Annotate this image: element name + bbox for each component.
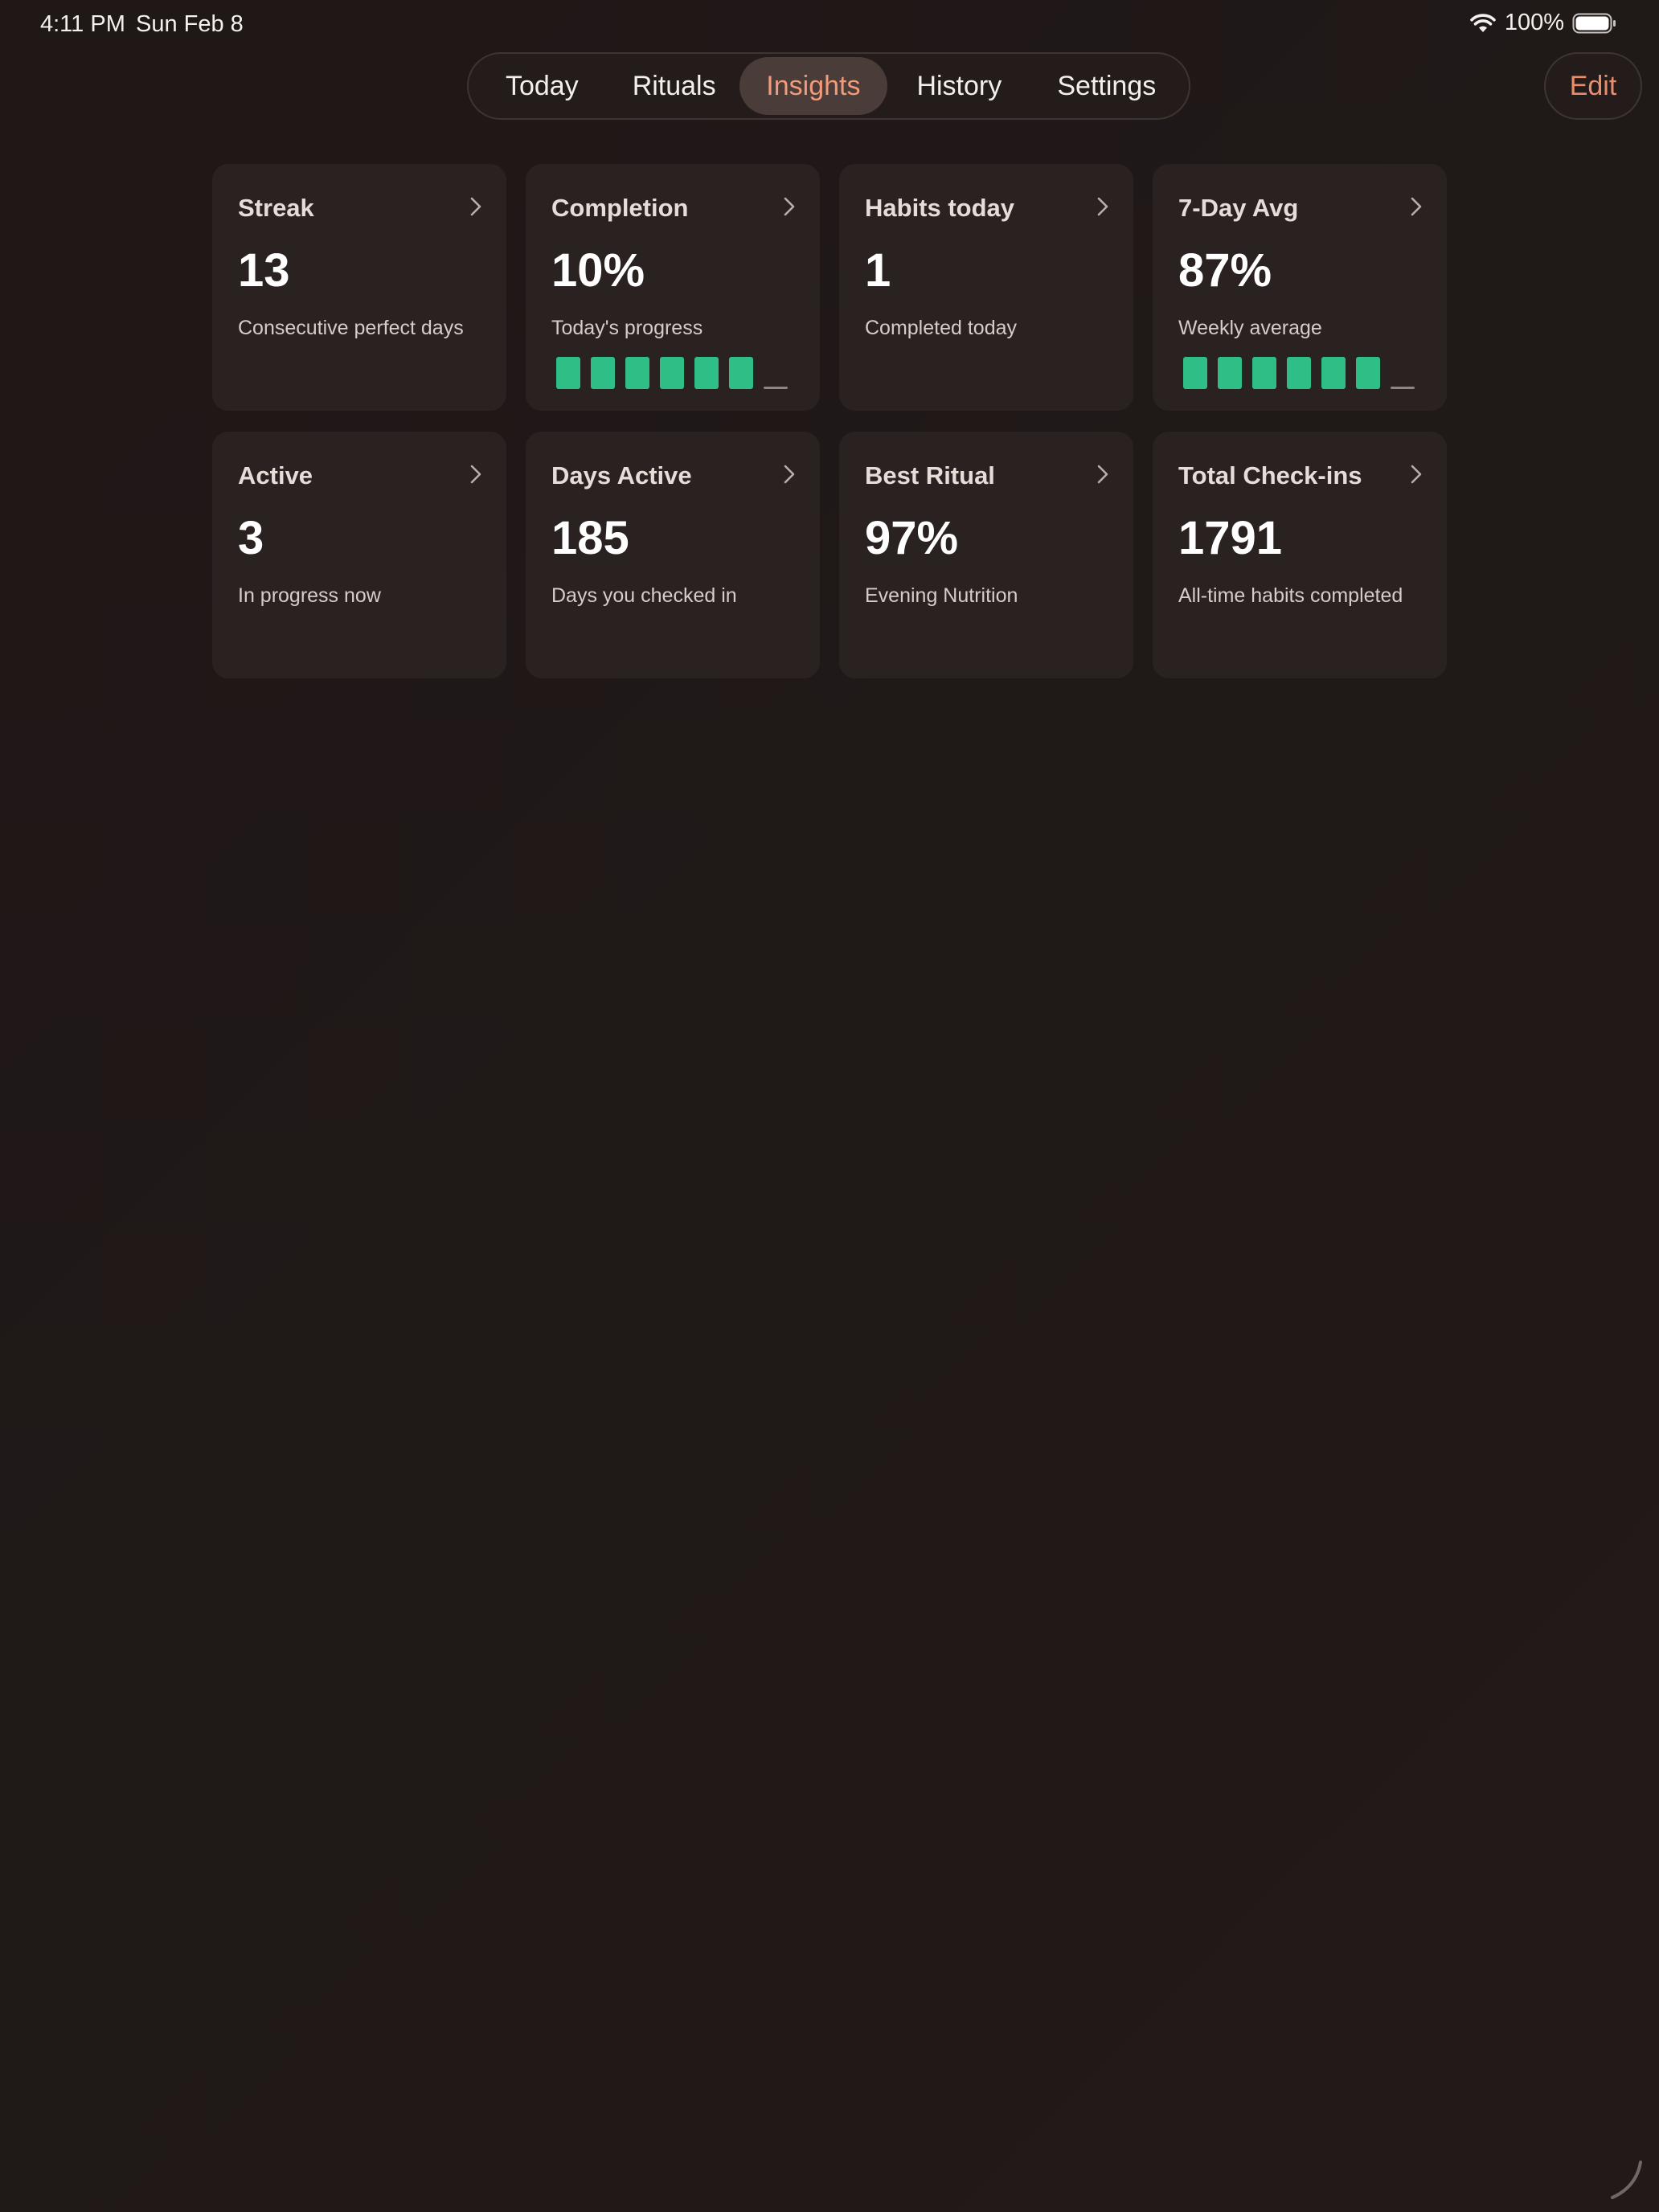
wifi-icon bbox=[1470, 13, 1496, 32]
card-value: 3 bbox=[238, 512, 264, 564]
mini-bar-chart bbox=[556, 354, 788, 389]
status-time: 4:11 PM bbox=[40, 11, 125, 37]
tab-today[interactable]: Today bbox=[475, 57, 609, 115]
edit-button[interactable]: Edit bbox=[1544, 52, 1642, 120]
card-value: 97% bbox=[865, 512, 959, 564]
card-subtitle: Today's progress bbox=[551, 317, 703, 339]
day-bar-complete bbox=[729, 357, 753, 389]
status-date: Sun Feb 8 bbox=[136, 11, 244, 37]
day-bar-complete bbox=[1356, 357, 1380, 389]
chevron-right-icon bbox=[1411, 465, 1422, 484]
card-subtitle: Days you checked in bbox=[551, 584, 737, 607]
tab-insights[interactable]: Insights bbox=[739, 57, 888, 115]
card-active[interactable]: Active 3 In progress now bbox=[212, 432, 506, 678]
card-habits-today[interactable]: Habits today 1 Completed today bbox=[839, 164, 1133, 411]
card-title: 7-Day Avg bbox=[1178, 194, 1299, 222]
card-title: Days Active bbox=[551, 461, 692, 490]
day-bar-complete bbox=[625, 357, 649, 389]
mini-bar-chart bbox=[1183, 354, 1415, 389]
card-title: Active bbox=[238, 461, 313, 490]
card-days-active[interactable]: Days Active 185 Days you checked in bbox=[526, 432, 820, 678]
resize-handle-icon[interactable] bbox=[1603, 2156, 1651, 2204]
day-bar-complete bbox=[1252, 357, 1276, 389]
card-total-check-ins[interactable]: Total Check-ins 1791 All-time habits com… bbox=[1153, 432, 1447, 678]
card-value: 185 bbox=[551, 512, 629, 564]
battery-percent: 100% bbox=[1504, 10, 1564, 35]
card-subtitle: Weekly average bbox=[1178, 317, 1322, 339]
card-title: Best Ritual bbox=[865, 461, 995, 490]
card-subtitle: Completed today bbox=[865, 317, 1018, 339]
battery-icon bbox=[1572, 13, 1616, 33]
day-bar-complete bbox=[1218, 357, 1242, 389]
status-right: 100% bbox=[1469, 10, 1617, 36]
day-bar-complete bbox=[694, 357, 719, 389]
card-title: Total Check-ins bbox=[1178, 461, 1362, 490]
card-subtitle: Evening Nutrition bbox=[865, 584, 1018, 607]
insights-grid: Streak 13 Consecutive perfect days Compl… bbox=[212, 164, 1447, 678]
day-bar-complete bbox=[556, 357, 580, 389]
chevron-right-icon bbox=[1097, 465, 1108, 484]
day-bar-complete bbox=[1287, 357, 1311, 389]
tab-settings[interactable]: Settings bbox=[1031, 57, 1182, 115]
card-value: 10% bbox=[551, 244, 645, 297]
card-value: 1791 bbox=[1178, 512, 1283, 564]
card-value: 87% bbox=[1178, 244, 1272, 297]
card-subtitle: All-time habits completed bbox=[1178, 584, 1403, 607]
status-bar: 4:11 PM Sun Feb 8 100% bbox=[0, 0, 1659, 51]
card-title: Completion bbox=[551, 194, 689, 222]
day-bar-complete bbox=[1321, 357, 1346, 389]
card-title: Streak bbox=[238, 194, 314, 222]
insights-screen: 4:11 PM Sun Feb 8 100% Today Rituals Ins… bbox=[0, 0, 1659, 2212]
chevron-right-icon bbox=[784, 465, 795, 484]
day-bar-empty bbox=[1391, 387, 1415, 389]
chevron-right-icon bbox=[784, 197, 795, 216]
card-seven-day-avg[interactable]: 7-Day Avg 87% Weekly average bbox=[1153, 164, 1447, 411]
tab-history[interactable]: History bbox=[887, 57, 1031, 115]
tab-bar: Today Rituals Insights History Settings bbox=[467, 52, 1190, 120]
chevron-right-icon bbox=[470, 465, 481, 484]
card-streak[interactable]: Streak 13 Consecutive perfect days bbox=[212, 164, 506, 411]
tab-rituals[interactable]: Rituals bbox=[609, 57, 739, 115]
card-title: Habits today bbox=[865, 194, 1015, 222]
day-bar-complete bbox=[1183, 357, 1207, 389]
day-bar-complete bbox=[591, 357, 615, 389]
chevron-right-icon bbox=[1097, 197, 1108, 216]
card-value: 13 bbox=[238, 244, 290, 297]
card-subtitle: In progress now bbox=[238, 584, 381, 607]
chevron-right-icon bbox=[470, 197, 481, 216]
card-value: 1 bbox=[865, 244, 891, 297]
day-bar-complete bbox=[660, 357, 684, 389]
card-completion[interactable]: Completion 10% Today's progress bbox=[526, 164, 820, 411]
card-subtitle: Consecutive perfect days bbox=[238, 317, 464, 339]
chevron-right-icon bbox=[1411, 197, 1422, 216]
card-best-ritual[interactable]: Best Ritual 97% Evening Nutrition bbox=[839, 432, 1133, 678]
day-bar-empty bbox=[764, 387, 788, 389]
